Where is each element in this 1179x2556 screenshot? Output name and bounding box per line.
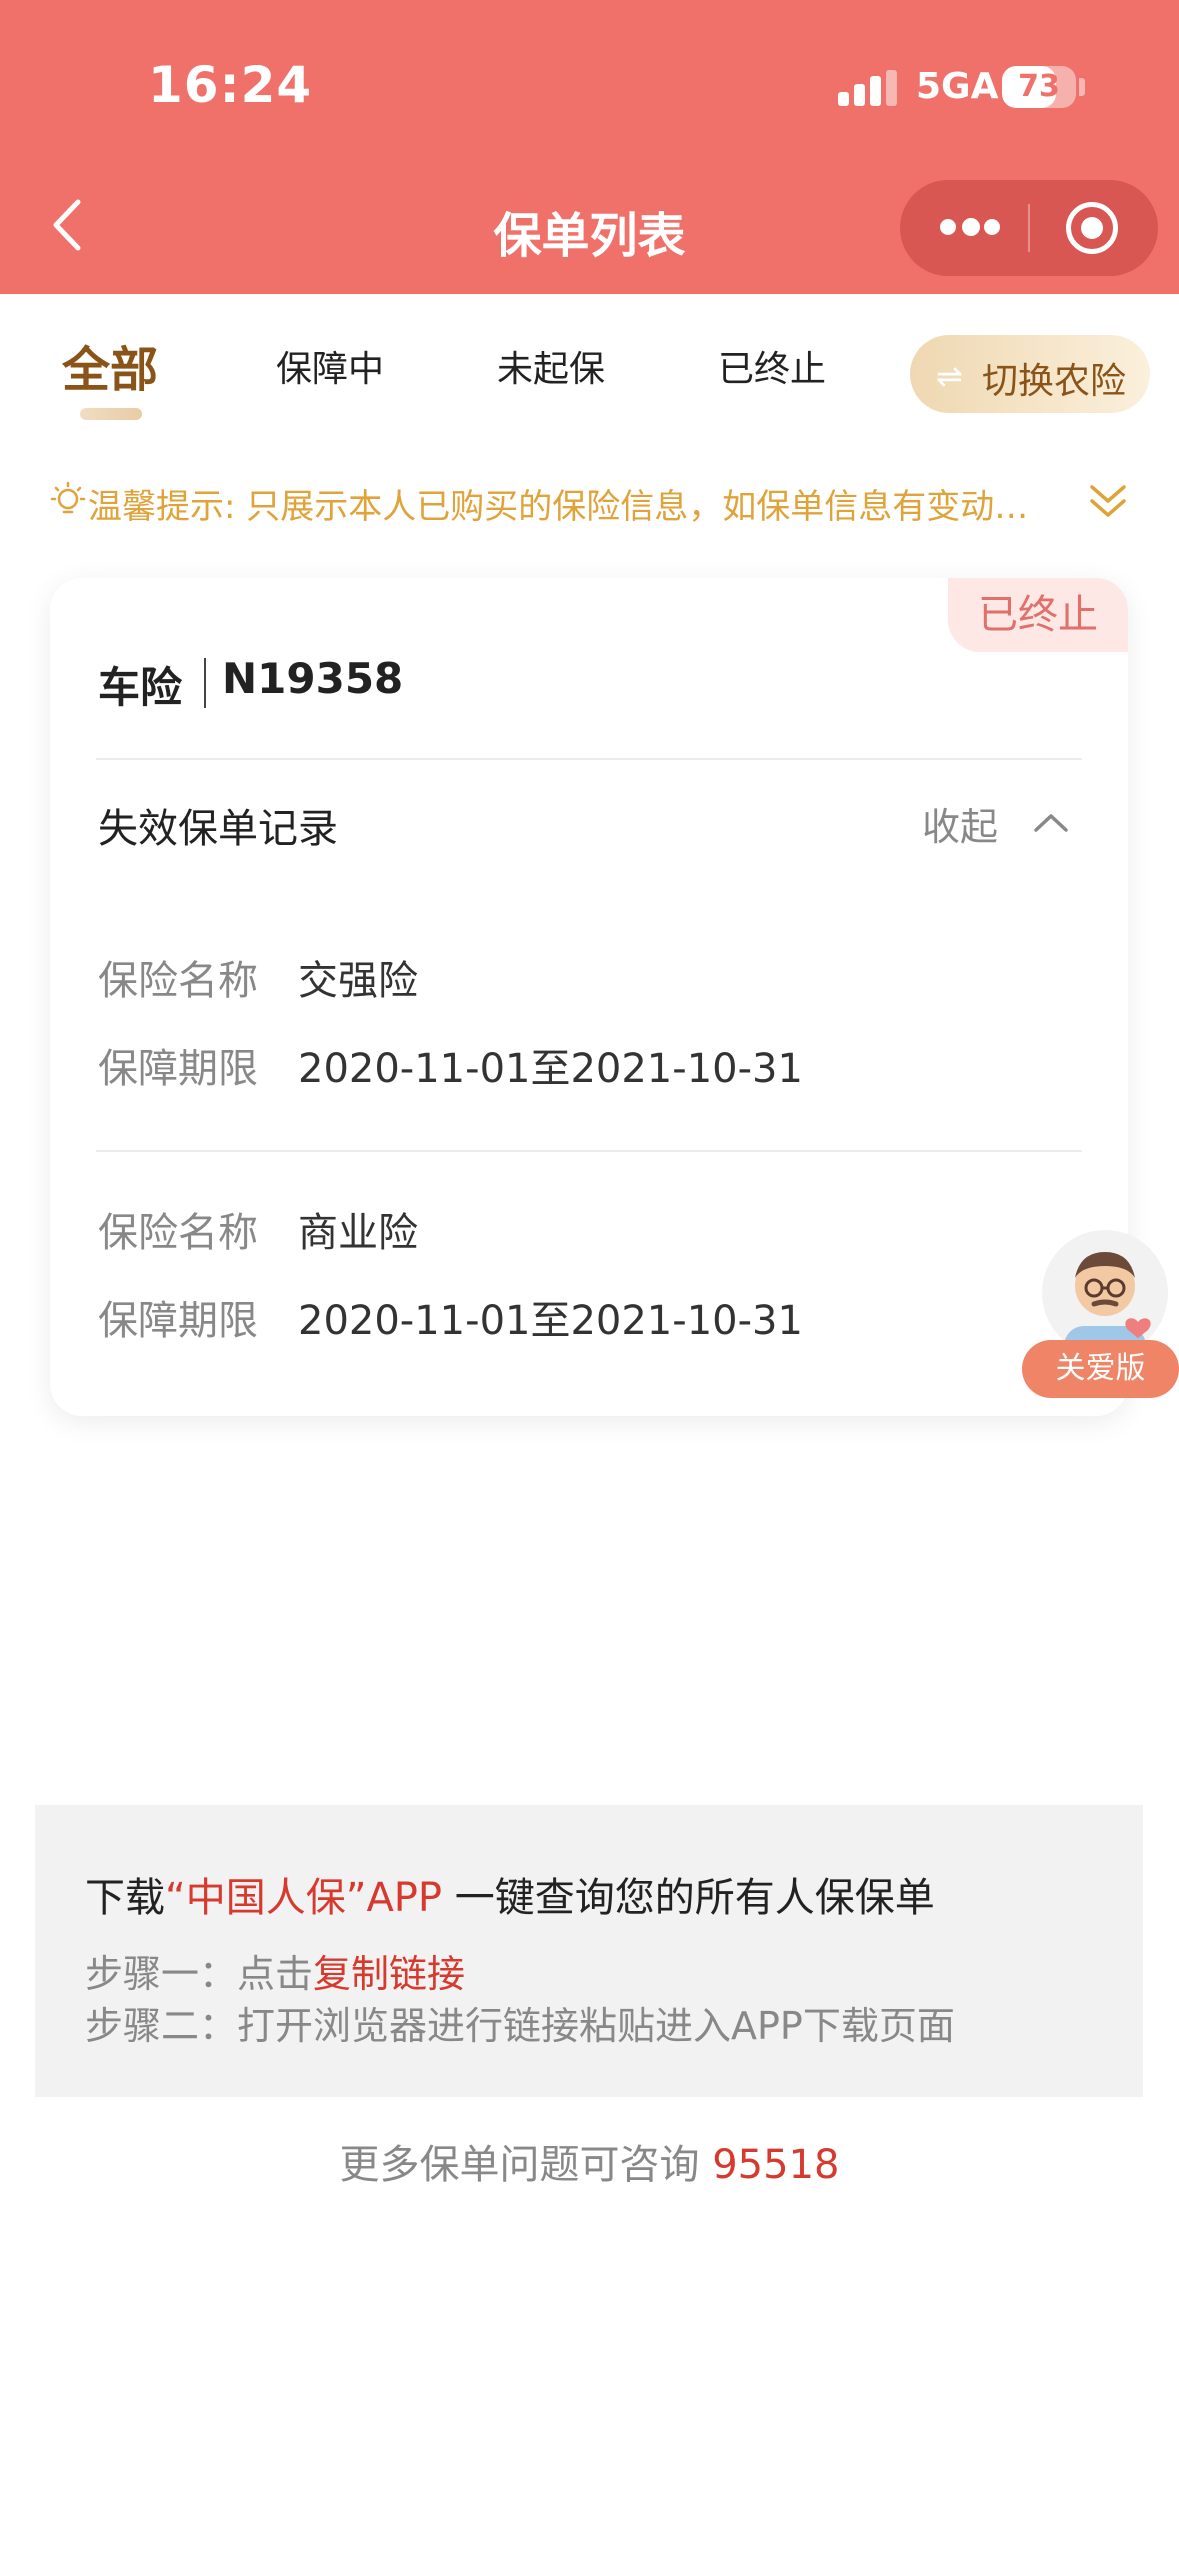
active-tab-indicator	[80, 408, 142, 420]
coverage-period-label: 保障期限	[98, 1298, 258, 1344]
insurance-name-label: 保险名称	[98, 1210, 258, 1256]
expand-double-chevron-icon[interactable]	[1084, 477, 1132, 525]
tip-bar[interactable]: 温馨提示: 只展示本人已购买的保险信息，如保单信息有变动…	[44, 475, 1154, 531]
elder-avatar	[1042, 1230, 1168, 1356]
app-name: “中国人保”APP	[165, 1875, 443, 1921]
lightbulb-icon	[50, 481, 86, 514]
close-miniprogram-icon[interactable]	[1066, 202, 1118, 254]
top-header: 16:24 5GA 73 保单列表	[0, 0, 1179, 294]
copy-link-button[interactable]: 复制链接	[313, 1952, 465, 1996]
consult-text: 更多保单问题可咨询	[339, 2142, 713, 2188]
download-app-panel: 下载“中国人保”APP 一键查询您的所有人保保单 步骤一：点击复制链接 步骤二：…	[35, 1805, 1143, 2097]
tab-active[interactable]: 保障中	[276, 340, 384, 392]
swap-icon: ⇌	[936, 357, 963, 395]
title-divider	[204, 658, 206, 708]
step-one: 步骤一：点击复制链接	[85, 1943, 465, 1998]
insurance-name-value: 交强险	[298, 958, 418, 1004]
switch-button-label: 切换农险	[982, 361, 1127, 402]
chevron-up-icon[interactable]	[1028, 800, 1074, 846]
coverage-period-value: 2020-11-01至2021-10-31	[298, 1046, 803, 1092]
tab-not-started[interactable]: 未起保	[497, 340, 605, 392]
battery-icon: 73	[1002, 66, 1076, 108]
download-title: 下载“中国人保”APP 一键查询您的所有人保保单	[85, 1865, 935, 1923]
coverage-period-label: 保障期限	[98, 1046, 258, 1092]
network-type: 5GA	[916, 66, 999, 107]
download-suffix: 一键查询您的所有人保保单	[442, 1875, 935, 1921]
plate-number: N19358	[222, 654, 404, 703]
battery-level: 73	[1018, 69, 1060, 104]
tab-all[interactable]: 全部	[62, 330, 158, 400]
battery-nub	[1079, 78, 1085, 96]
step-two: 步骤二：打开浏览器进行链接粘贴进入APP下载页面	[85, 2004, 955, 2048]
more-icon[interactable]	[940, 215, 1000, 241]
elder-avatar-icon	[1064, 1252, 1151, 1356]
hotline-number[interactable]: 95518	[712, 2142, 839, 2188]
download-prefix: 下载	[85, 1875, 165, 1921]
capsule-divider	[1028, 204, 1030, 252]
expired-records-title: 失效保单记录	[98, 806, 338, 852]
coverage-period-value: 2020-11-01至2021-10-31	[298, 1298, 803, 1344]
status-badge: 已终止	[948, 578, 1128, 652]
switch-agri-insurance-button[interactable]: ⇌ 切换农险	[910, 335, 1150, 413]
status-time: 16:24	[148, 56, 313, 114]
step-one-text: 步骤一：点击	[85, 1952, 314, 1996]
care-mode-button[interactable]: 关爱版	[1022, 1230, 1179, 1400]
record-divider	[96, 1150, 1082, 1152]
consult-line: 更多保单问题可咨询 95518	[0, 2132, 1179, 2190]
care-mode-label: 关爱版	[1022, 1340, 1179, 1398]
policy-type: 车险	[98, 663, 183, 712]
tip-text: 温馨提示: 只展示本人已购买的保险信息，如保单信息有变动…	[88, 487, 1029, 527]
collapse-button[interactable]: 收起	[922, 796, 998, 851]
insurance-name-value: 商业险	[298, 1210, 418, 1256]
tab-terminated[interactable]: 已终止	[718, 340, 826, 392]
card-divider	[96, 758, 1082, 760]
insurance-name-label: 保险名称	[98, 958, 258, 1004]
signal-icon	[838, 70, 898, 106]
policy-card[interactable]: 已终止 车险 N19358 失效保单记录 收起 保险名称 交强险 保障期限 20…	[50, 578, 1128, 1416]
miniprogram-capsule	[900, 180, 1158, 276]
